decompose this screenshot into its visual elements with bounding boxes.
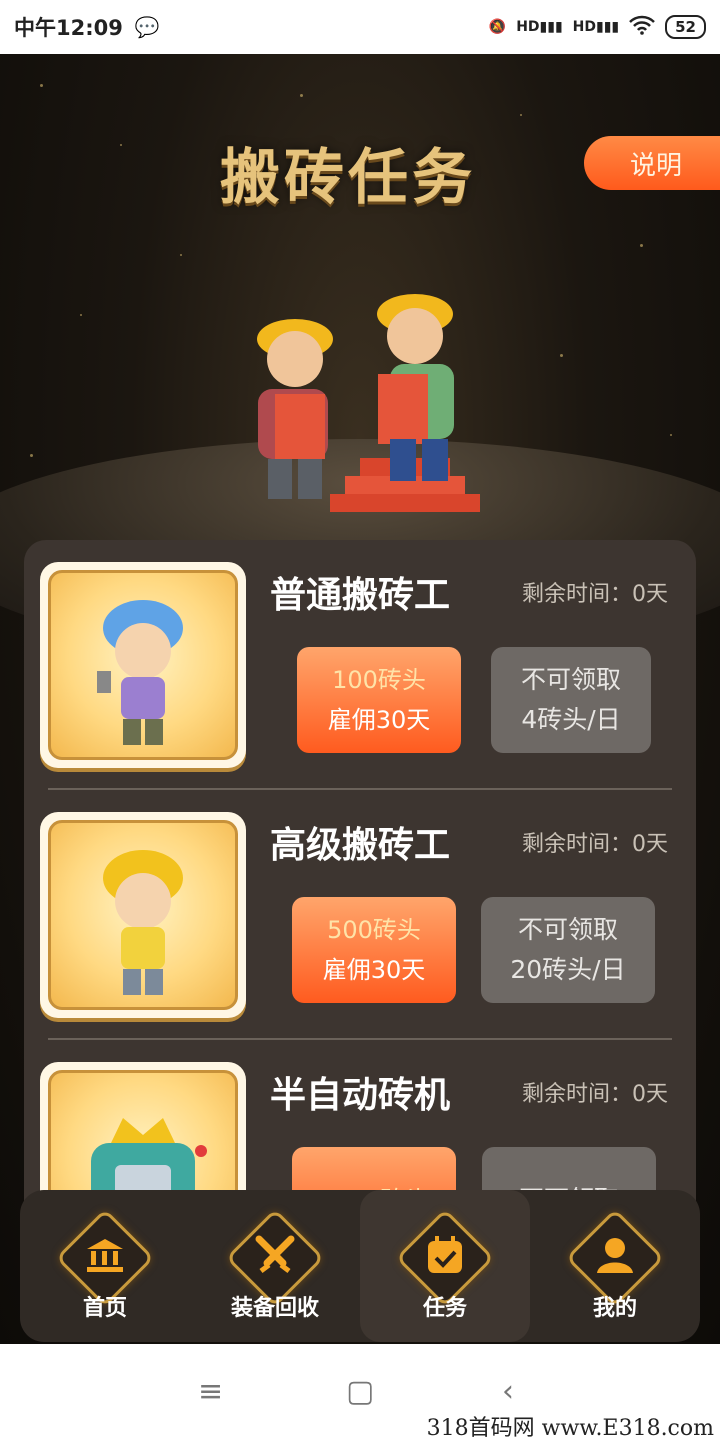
hire-duration: 雇佣30天	[322, 956, 426, 984]
signal-icon-1: HD▮▮▮	[516, 19, 563, 35]
status-time: 中午12:09	[14, 16, 123, 40]
status-bar: 中午12:09 💬 🔕 HD▮▮▮ HD▮▮▮ 52	[0, 0, 720, 54]
claim-rate: 20砖头/日	[510, 955, 626, 984]
calendar-check-icon	[422, 1232, 468, 1278]
hire-button[interactable]: 100砖头 雇佣30天	[297, 647, 461, 753]
back-icon[interactable]: ‹	[502, 1374, 514, 1409]
tab-label: 我的	[592, 1296, 637, 1321]
signal-icon-2: HD▮▮▮	[572, 19, 620, 35]
mute-icon: 🔕	[488, 19, 507, 35]
hire-price: 100砖头	[332, 666, 426, 694]
claim-button[interactable]: 不可领取 4砖头/日	[491, 647, 651, 753]
home-icon[interactable]: ▢	[346, 1374, 374, 1409]
swords-icon	[252, 1232, 298, 1278]
page-title: 搬砖任务	[220, 143, 476, 213]
bank-icon	[82, 1232, 128, 1278]
remaining-time: 剩余时间：0天	[522, 1082, 668, 1107]
claim-status: 不可领取	[517, 915, 618, 944]
hire-duration: 雇佣30天	[327, 706, 431, 734]
hire-button[interactable]: 500砖头 雇佣30天	[292, 897, 456, 1003]
basic-worker-icon	[97, 600, 183, 745]
claim-button[interactable]: 不可领取 20砖头/日	[481, 897, 655, 1003]
explain-button[interactable]: 说明	[584, 136, 720, 190]
claim-rate: 4砖头/日	[521, 705, 621, 734]
worker-portrait	[40, 812, 246, 1018]
workers-illustration	[257, 294, 480, 512]
bottom-tab-bar: 首页 装备回收 任务 我的	[20, 1190, 700, 1342]
remaining-time: 剩余时间：0天	[522, 832, 668, 857]
task-row: 高级搬砖工 剩余时间：0天 500砖头 雇佣30天 不可领取 20砖头/日	[24, 790, 696, 1040]
worker-left	[257, 319, 333, 499]
game-screen: 搬砖任务 说明 普通搬砖工 剩余时间：0天 100砖头 雇佣30天 不可领取 4…	[0, 54, 720, 1344]
tab-label: 任务	[422, 1296, 467, 1321]
status-icons: 🔕 HD▮▮▮ HD▮▮▮ 52	[489, 15, 706, 39]
tab-tasks[interactable]: 任务	[360, 1190, 530, 1342]
tab-equipment-recycle[interactable]: 装备回收	[190, 1190, 360, 1342]
worker-portrait	[40, 562, 246, 768]
senior-worker-icon	[103, 850, 183, 995]
task-row: 普通搬砖工 剩余时间：0天 100砖头 雇佣30天 不可领取 4砖头/日	[24, 540, 696, 790]
user-icon	[592, 1232, 638, 1278]
worker-right	[377, 294, 454, 481]
tab-home[interactable]: 首页	[20, 1190, 190, 1342]
remaining-time: 剩余时间：0天	[522, 582, 668, 607]
wechat-icon: 💬	[134, 15, 160, 39]
claim-status: 不可领取	[520, 665, 621, 694]
tab-label: 装备回收	[230, 1296, 319, 1321]
menu-icon[interactable]: ≡	[198, 1374, 223, 1409]
battery-indicator: 52	[665, 15, 706, 39]
hire-price: 500砖头	[327, 916, 421, 944]
wifi-icon	[629, 15, 656, 39]
task-name: 半自动砖机	[270, 1075, 451, 1116]
tab-label: 首页	[82, 1296, 127, 1321]
task-name: 高级搬砖工	[270, 825, 451, 866]
task-name: 普通搬砖工	[270, 575, 451, 616]
tab-mine[interactable]: 我的	[530, 1190, 700, 1342]
watermark: 318首码网 www.E318.com	[426, 1416, 714, 1441]
